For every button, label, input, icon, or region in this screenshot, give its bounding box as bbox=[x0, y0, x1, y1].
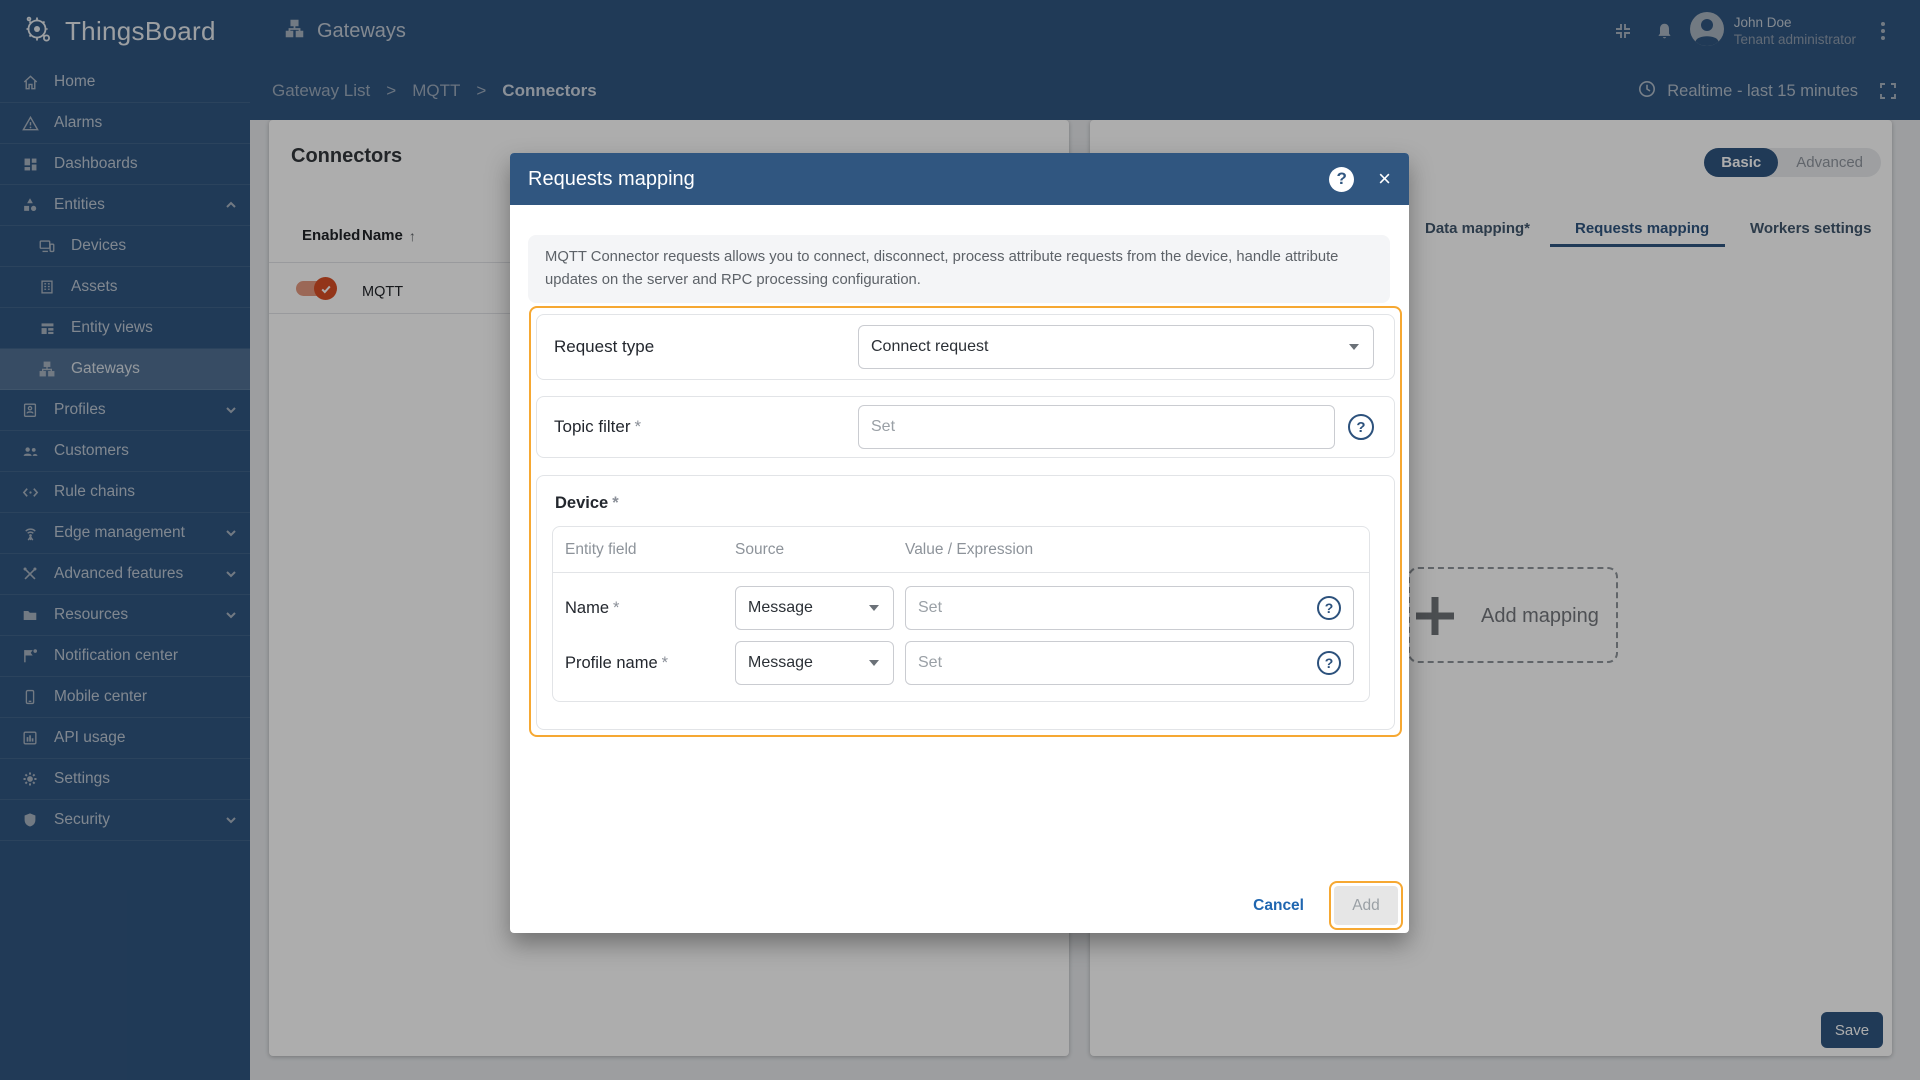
required-mark: * bbox=[613, 598, 620, 617]
field-help-icon[interactable]: ? bbox=[1317, 596, 1341, 620]
chevron-down-icon bbox=[1349, 344, 1359, 350]
column-value-expression: Value / Expression bbox=[905, 540, 1034, 558]
chevron-down-icon bbox=[869, 605, 879, 611]
topic-filter-label: Topic filter * bbox=[554, 417, 642, 436]
request-type-row: Request type Connect request bbox=[536, 314, 1395, 380]
cancel-button[interactable]: Cancel bbox=[1253, 897, 1304, 915]
device-name-row: Name* Message ? bbox=[553, 586, 1369, 630]
field-help-icon[interactable]: ? bbox=[1348, 414, 1374, 440]
profile-name-source-select[interactable]: Message bbox=[735, 641, 894, 685]
device-mapping-table: Entity field Source Value / Expression N… bbox=[552, 526, 1370, 702]
request-type-select[interactable]: Connect request bbox=[858, 325, 1374, 369]
required-mark: * bbox=[612, 494, 619, 512]
add-button[interactable]: Add bbox=[1334, 886, 1398, 925]
field-help-icon[interactable]: ? bbox=[1317, 651, 1341, 675]
requests-mapping-dialog: Requests mapping ? × MQTT Connector requ… bbox=[510, 153, 1409, 933]
device-section-title: Device * bbox=[555, 494, 619, 512]
device-profile-name-row: Profile name* Message ? bbox=[553, 641, 1369, 685]
request-type-label: Request type bbox=[554, 337, 655, 356]
name-source-select[interactable]: Message bbox=[735, 586, 894, 630]
column-entity-field: Entity field bbox=[565, 540, 637, 558]
profile-name-field-label: Profile name * bbox=[565, 653, 669, 672]
topic-filter-input[interactable] bbox=[871, 418, 1322, 436]
name-field-label: Name * bbox=[565, 598, 620, 617]
topic-filter-field bbox=[858, 405, 1335, 449]
form-highlight-outline: Request type Connect request Topic filte… bbox=[529, 306, 1402, 737]
dialog-title: Requests mapping bbox=[528, 167, 695, 190]
close-icon[interactable]: × bbox=[1378, 168, 1391, 190]
profile-name-value-field: ? bbox=[905, 641, 1354, 685]
dialog-footer: Cancel Add bbox=[1253, 881, 1403, 930]
column-source: Source bbox=[735, 540, 785, 558]
profile-name-value-input[interactable] bbox=[918, 654, 1317, 672]
topic-filter-row: Topic filter* ? bbox=[536, 396, 1395, 458]
required-mark: * bbox=[661, 653, 669, 672]
dialog-header: Requests mapping ? × bbox=[510, 153, 1409, 205]
help-icon[interactable]: ? bbox=[1329, 166, 1355, 192]
device-section: Device * Entity field Source Value / Expr… bbox=[536, 475, 1395, 730]
name-value-input[interactable] bbox=[918, 599, 1317, 617]
required-mark: * bbox=[634, 417, 642, 436]
add-button-highlight-outline: Add bbox=[1329, 881, 1403, 930]
chevron-down-icon bbox=[869, 660, 879, 666]
dialog-description: MQTT Connector requests allows you to co… bbox=[528, 235, 1390, 303]
device-table-header: Entity field Source Value / Expression bbox=[553, 527, 1369, 573]
name-value-field: ? bbox=[905, 586, 1354, 630]
